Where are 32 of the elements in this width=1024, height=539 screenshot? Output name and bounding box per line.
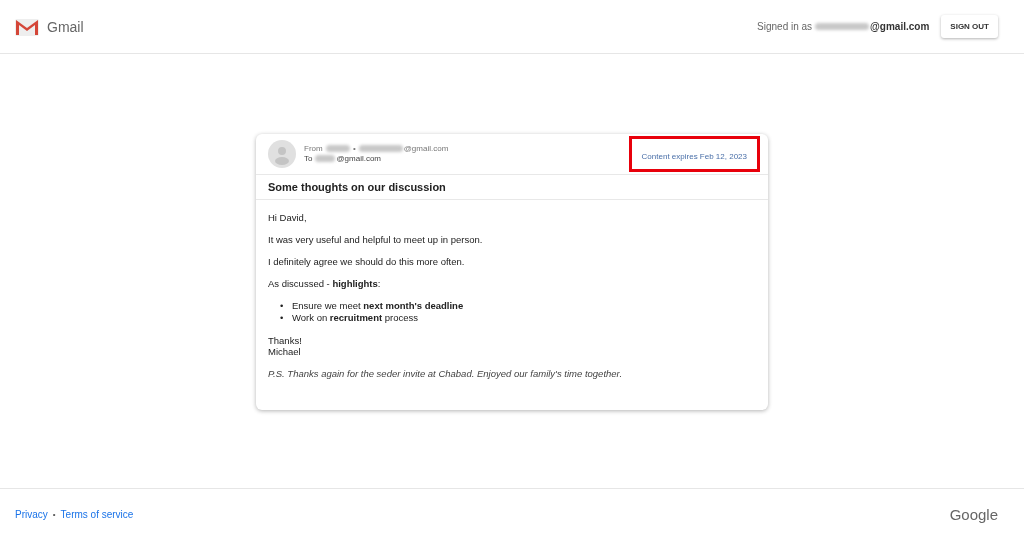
bullet-item: Ensure we meet next month's deadline bbox=[292, 300, 464, 312]
app-name: Gmail bbox=[47, 18, 84, 35]
message-postscript: P.S. Thanks again for the seder invite at Chabad. Enjoyed our family's time together. bbox=[268, 368, 624, 379]
message-paragraph: Hi David, bbox=[268, 212, 308, 223]
envelope-logo-icon bbox=[15, 17, 39, 36]
privacy-link[interactable]: Privacy bbox=[15, 508, 48, 520]
account-domain: @gmail.com bbox=[870, 21, 930, 32]
signature-line: Michael bbox=[268, 346, 302, 357]
from-label: From bbox=[304, 144, 323, 153]
signature-line: Thanks! bbox=[268, 335, 303, 346]
message-paragraph: I definitely agree we should do this more often. bbox=[268, 256, 466, 267]
avatar-icon bbox=[268, 140, 296, 168]
to-label: To bbox=[304, 154, 313, 163]
message-paragraph: As discussed - highlights: bbox=[268, 278, 382, 289]
sign-out-button[interactable]: SIGN OUT bbox=[941, 15, 998, 38]
separator: • bbox=[351, 144, 356, 153]
redacted-mark bbox=[815, 23, 870, 30]
signed-in-label: Signed in as bbox=[757, 21, 813, 32]
redacted-mark bbox=[315, 155, 336, 163]
message-subject: Some thoughts on our discussion bbox=[256, 175, 768, 200]
recipient-domain: @gmail.com bbox=[336, 154, 382, 163]
terms-link[interactable]: Terms of service bbox=[60, 508, 134, 520]
bullet-marker: • bbox=[280, 300, 285, 312]
expiry-link[interactable]: Content expires Feb 12, 2023 bbox=[641, 152, 747, 161]
bullet-marker: • bbox=[280, 312, 285, 324]
message-paragraph: It was very useful and helpful to meet up in person. bbox=[268, 234, 484, 245]
redacted-mark bbox=[325, 145, 350, 153]
redacted-mark bbox=[358, 145, 403, 153]
bullet-item: Work on recruitment process bbox=[292, 312, 418, 324]
sender-domain: @gmail.com bbox=[403, 144, 449, 153]
separator: • bbox=[52, 509, 56, 519]
brand-wordmark: Google bbox=[949, 505, 998, 523]
